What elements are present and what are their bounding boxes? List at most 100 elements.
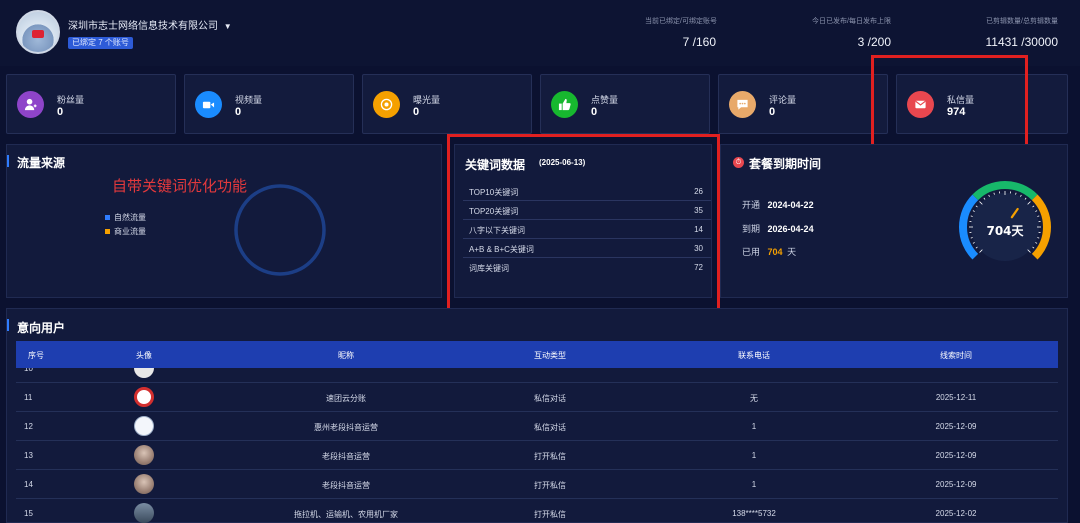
gauge-tick — [970, 237, 973, 239]
legend-swatch — [105, 215, 110, 220]
table-row[interactable]: 10 — [16, 368, 1058, 383]
open-date-row: 开通 2024-04-22 — [742, 198, 814, 211]
row-no: 13 — [24, 451, 33, 460]
interaction-type: 私信对话 — [534, 394, 566, 403]
traffic-source-panel: 流量来源 自带关键词优化功能 自然流量 商业流量 — [6, 144, 442, 298]
exposure-value: 0 — [413, 106, 420, 118]
bound-accounts-value: 7 /160 — [682, 35, 716, 49]
phone-number: 无 — [750, 394, 758, 403]
exposure-card[interactable]: 曝光量 0 — [362, 74, 532, 134]
col-nickname: 昵称 — [338, 351, 354, 360]
lead-time: 2025-12-09 — [935, 422, 977, 431]
row-no: 12 — [24, 422, 33, 431]
phone-number: 1 — [751, 422, 757, 431]
company-selector[interactable]: 深圳市志士网络信息技术有限公司 ▼ — [68, 17, 232, 32]
fans-card[interactable]: 粉丝量 0 — [6, 74, 176, 134]
col-phone: 联系电话 — [738, 351, 770, 360]
company-avatar[interactable] — [16, 10, 60, 54]
title-marker — [7, 155, 9, 167]
traffic-source-title: 流量来源 — [17, 156, 66, 170]
publish-count-value: 3 /200 — [857, 35, 891, 49]
fans-label: 粉丝量 — [57, 95, 85, 105]
col-lead-time: 线索时间 — [940, 351, 972, 360]
table-row[interactable]: 14 老段抖音运营 打开私信 1 2025-12-09 — [16, 470, 1058, 499]
user-avatar — [134, 416, 154, 436]
row-no: 14 — [24, 480, 33, 489]
open-date: 2024-04-22 — [767, 200, 814, 210]
clip-count-label: 已剪辑数量/总剪辑数量 — [986, 18, 1058, 25]
comments-value: 0 — [769, 106, 776, 118]
legend-commercial-traffic[interactable]: 商业流量 — [105, 226, 146, 237]
used-days: 704 — [767, 247, 783, 257]
user-avatar — [134, 474, 154, 494]
likes-label: 点赞量 — [591, 95, 619, 105]
exposure-label: 曝光量 — [413, 95, 441, 105]
gauge-tick — [993, 192, 995, 195]
phone-number: 1 — [751, 451, 757, 460]
col-no: 序号 — [28, 351, 44, 360]
gauge-tick — [970, 215, 973, 217]
legend-label: 商业流量 — [114, 227, 146, 236]
row-no: 11 — [24, 393, 33, 402]
used-label: 已用 — [742, 247, 761, 257]
table-row[interactable]: 11 速团云分账 私信对话 无 2025-12-11 — [16, 383, 1058, 412]
videos-card[interactable]: 视频量 0 — [184, 74, 354, 134]
phone-number: 1 — [751, 480, 757, 489]
aperture-icon — [373, 91, 400, 118]
used-unit: 天 — [787, 247, 797, 257]
videos-value: 0 — [235, 106, 242, 118]
package-expiry-panel: ⏱ 套餐到期时间 开通 2024-04-22 到期 2026-04-24 已用 … — [720, 144, 1068, 298]
highlight-box-keywords — [447, 134, 720, 322]
user-nickname: 老段抖音运营 — [322, 481, 370, 490]
legend-natural-traffic[interactable]: 自然流量 — [105, 212, 146, 223]
comment-icon — [729, 91, 756, 118]
video-camera-icon — [195, 91, 222, 118]
user-nickname: 老段抖音运营 — [322, 452, 370, 461]
likes-card[interactable]: 点赞量 0 — [540, 74, 710, 134]
gauge-tick — [1032, 205, 1035, 208]
interaction-type: 私信对话 — [534, 423, 566, 432]
legend-swatch — [105, 229, 110, 234]
user-plus-icon — [17, 91, 44, 118]
lead-time: 2025-12-09 — [935, 451, 977, 460]
gauge-tick — [972, 242, 975, 244]
clock-icon: ⏱ — [733, 157, 744, 168]
bound-accounts-label: 当前已绑定/可绑定账号 — [645, 18, 717, 25]
gauge-tick — [1032, 246, 1035, 249]
gauge-tick — [1015, 192, 1017, 195]
comments-card[interactable]: 评论量 0 — [718, 74, 888, 134]
usage-gauge: 704天 — [959, 181, 1051, 261]
col-interaction-type: 互动类型 — [534, 351, 566, 360]
interaction-type: 打开私信 — [534, 481, 566, 490]
gauge-tick — [1020, 194, 1022, 197]
table-row[interactable]: 15 拖拉机、运输机、农用机厂家 打开私信 138****5732 2025-1… — [16, 499, 1058, 523]
table-row[interactable]: 13 老段抖音运营 打开私信 1 2025-12-09 — [16, 441, 1058, 470]
interaction-type: 打开私信 — [534, 452, 566, 461]
gauge-tick — [988, 194, 990, 197]
intent-users-title: 意向用户 — [17, 321, 66, 335]
user-avatar — [134, 387, 154, 407]
gauge-tick — [1035, 210, 1038, 212]
user-avatar — [134, 368, 154, 378]
users-table-header: 序号 头像 昵称 互动类型 联系电话 线索时间 — [16, 341, 1058, 368]
expire-date-row: 到期 2026-04-24 — [742, 222, 814, 235]
feature-annotation: 自带关键词优化功能 — [112, 178, 248, 195]
expire-date: 2026-04-24 — [767, 224, 814, 234]
gauge-tick — [983, 197, 986, 200]
gauge-tick — [1037, 215, 1040, 217]
users-table-body[interactable]: 10 11 速团云分账 私信对话 无 2025-12-11 12 惠州老段抖音运… — [0, 368, 1080, 523]
traffic-donut-chart — [234, 184, 326, 276]
gauge-tick — [972, 210, 975, 212]
user-nickname: 惠州老段抖音运营 — [314, 423, 378, 432]
title-marker — [7, 319, 9, 331]
table-row[interactable]: 12 惠州老段抖音运营 私信对话 1 2025-12-09 — [16, 412, 1058, 441]
gauge-value-text: 704天 — [986, 224, 1024, 238]
lead-time: 2025-12-11 — [935, 393, 977, 402]
publish-count-label: 今日已发布/每日发布上限 — [812, 18, 891, 25]
likes-value: 0 — [591, 106, 598, 118]
bound-accounts-badge: 已绑定 7 个账号 — [68, 37, 133, 49]
comments-label: 评论量 — [769, 95, 797, 105]
lead-time: 2025-12-09 — [935, 480, 977, 489]
row-no: 15 — [24, 509, 33, 518]
gauge-tick — [975, 246, 978, 249]
